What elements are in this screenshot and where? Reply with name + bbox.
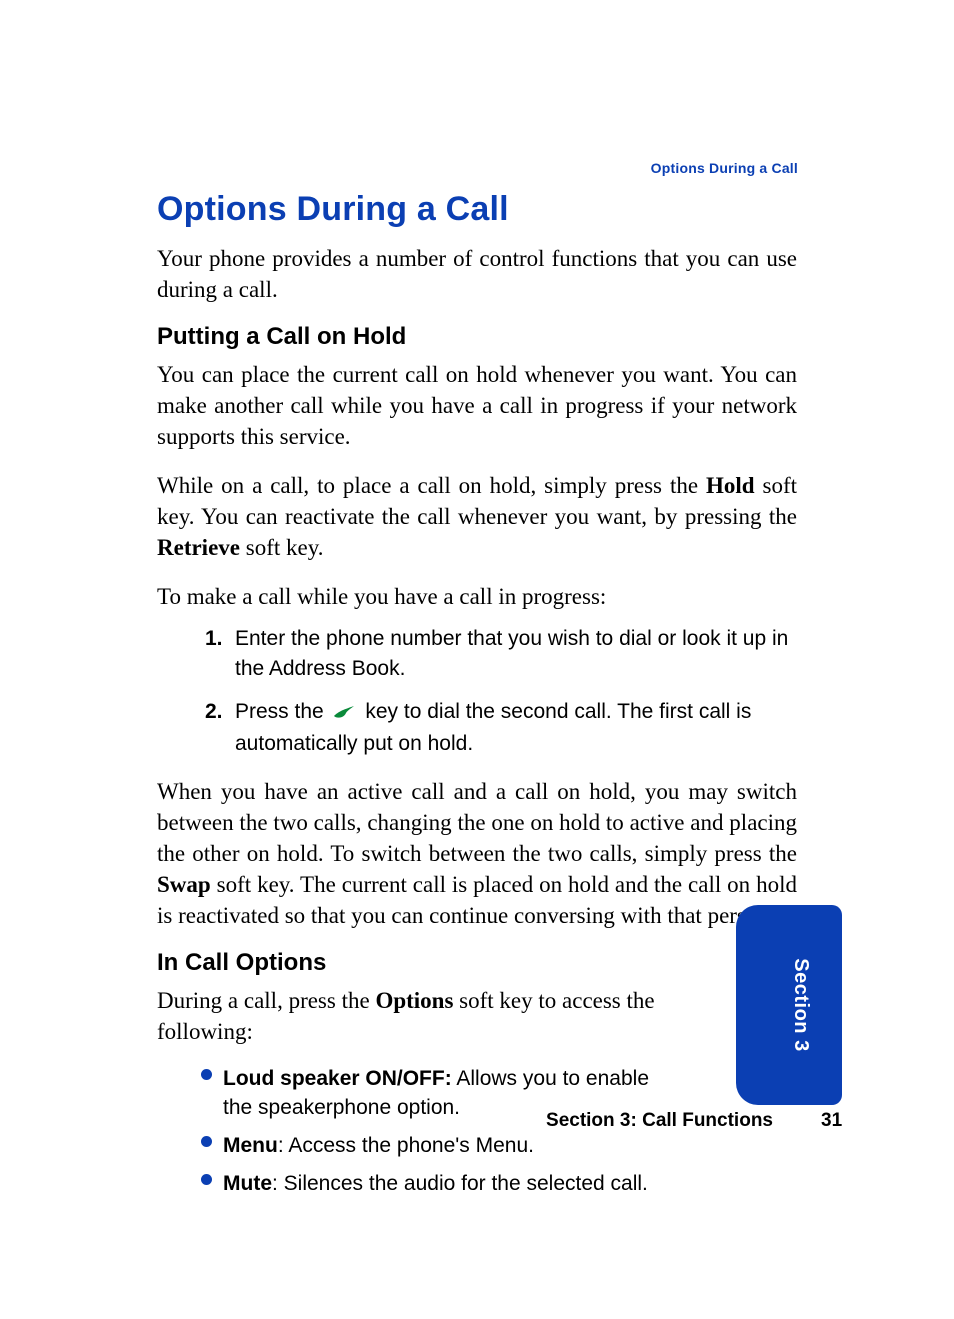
hold-paragraph-2: While on a call, to place a call on hold… xyxy=(157,470,797,563)
step-number: 2. xyxy=(205,697,223,726)
section-tab-label: Section 3 xyxy=(789,958,812,1051)
bullet-desc: : Access the phone's Menu. xyxy=(278,1134,534,1157)
retrieve-softkey: Retrieve xyxy=(157,535,240,560)
text: During a call, press the xyxy=(157,988,375,1013)
bullet-term: Menu xyxy=(223,1134,278,1157)
hold-softkey: Hold xyxy=(706,473,755,498)
footer-page-number: 31 xyxy=(821,1110,857,1132)
send-key-icon xyxy=(332,699,358,728)
bullet-icon xyxy=(201,1136,212,1147)
bullet-list: Loud speaker ON/OFF: Allows you to enabl… xyxy=(157,1065,797,1198)
text: soft key. xyxy=(240,535,323,560)
in-call-intro: During a call, press the Options soft ke… xyxy=(157,985,697,1047)
page-title: Options During a Call xyxy=(157,190,797,229)
swap-softkey: Swap xyxy=(157,872,211,897)
heading-in-call-options: In Call Options xyxy=(157,949,797,977)
page-content: Options During a Call Your phone provide… xyxy=(157,190,797,1209)
manual-page: Options During a Call Options During a C… xyxy=(0,0,954,1319)
bullet-menu: Menu: Access the phone's Menu. xyxy=(223,1132,797,1160)
numbered-steps: 1. Enter the phone number that you wish … xyxy=(157,624,797,758)
hold-paragraph-3: To make a call while you have a call in … xyxy=(157,581,797,612)
bullet-term: Mute xyxy=(223,1172,272,1195)
bullet-mute: Mute: Silences the audio for the selecte… xyxy=(223,1170,797,1198)
step-number: 1. xyxy=(205,624,223,653)
intro-paragraph: Your phone provides a number of control … xyxy=(157,243,797,305)
bullet-term: Loud speaker ON/OFF: xyxy=(223,1067,452,1090)
step-1: 1. Enter the phone number that you wish … xyxy=(235,624,797,683)
bullet-icon xyxy=(201,1069,212,1080)
hold-paragraph-1: You can place the current call on hold w… xyxy=(157,359,797,452)
text: When you have an active call and a call … xyxy=(157,779,797,866)
text: soft key. The current call is placed on … xyxy=(157,872,797,928)
footer-section-label: Section 3: Call Functions xyxy=(546,1110,773,1132)
page-footer: Section 3: Call Functions 31 xyxy=(157,1110,857,1132)
options-softkey: Options xyxy=(375,988,453,1013)
step-2: 2. Press the key to dial the second call… xyxy=(235,697,797,758)
section-tab: Section 3 xyxy=(736,905,842,1105)
text: While on a call, to place a call on hold… xyxy=(157,473,706,498)
bullet-desc: : Silences the audio for the selected ca… xyxy=(272,1172,648,1195)
step-text: Press the xyxy=(235,700,330,723)
hold-paragraph-4: When you have an active call and a call … xyxy=(157,776,797,931)
heading-putting-call-on-hold: Putting a Call on Hold xyxy=(157,323,797,351)
running-header: Options During a Call xyxy=(651,160,798,176)
step-text: Enter the phone number that you wish to … xyxy=(235,627,788,679)
bullet-icon xyxy=(201,1174,212,1185)
